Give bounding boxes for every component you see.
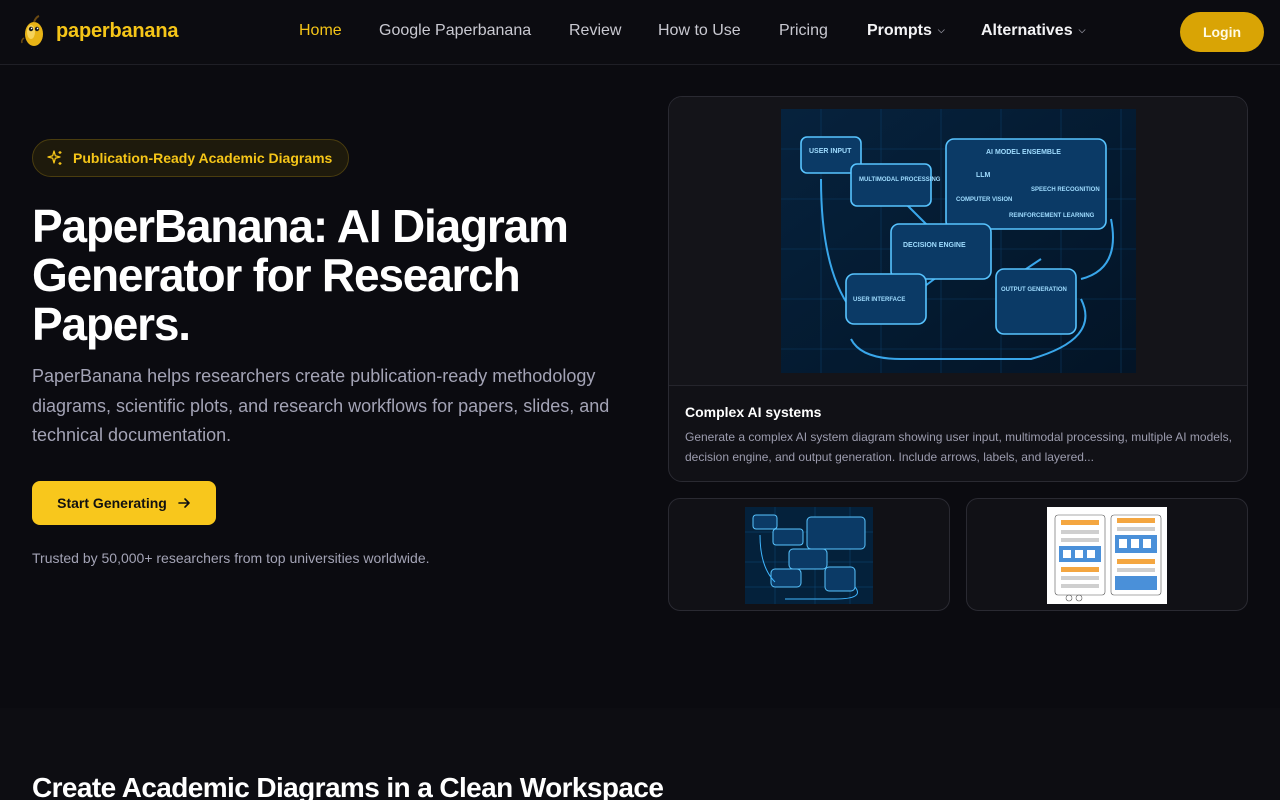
nav-google-paperbanana[interactable]: Google Paperbanana bbox=[379, 22, 531, 40]
showcase-image-area: USER INPUT MULTIMODAL PROCESSING AI MODE… bbox=[669, 97, 1247, 386]
showcase-card-title: Complex AI systems bbox=[685, 404, 822, 420]
nav-links: Home Google Paperbanana Review How to Us… bbox=[0, 22, 1280, 44]
nav-prompts-label: Prompts bbox=[867, 22, 932, 39]
showcase-card-description: Generate a complex AI system diagram sho… bbox=[685, 430, 1232, 464]
nav-alternatives-label: Alternatives bbox=[981, 22, 1073, 39]
diagram-label: LLM bbox=[976, 172, 991, 179]
nav-review[interactable]: Review bbox=[569, 22, 621, 40]
workspace-section: Create Academic Diagrams in a Clean Work… bbox=[0, 708, 1280, 800]
diagram-label: OUTPUT GENERATION bbox=[1001, 287, 1067, 293]
diagram-label: SPEECH RECOGNITION bbox=[1031, 187, 1100, 193]
login-button[interactable]: Login bbox=[1180, 12, 1264, 52]
diagram-label: DECISION ENGINE bbox=[903, 242, 966, 249]
chevron-down-icon: ⌵ bbox=[1078, 25, 1086, 35]
nav-prompts-dropdown[interactable]: Prompts ⌵ bbox=[867, 22, 945, 40]
section-title: Create Academic Diagrams in a Clean Work… bbox=[32, 772, 664, 800]
ai-system-thumbnail-image bbox=[745, 507, 873, 604]
showcase-thumbnail-transformer[interactable] bbox=[966, 498, 1248, 611]
nav-alternatives-dropdown[interactable]: Alternatives ⌵ bbox=[981, 22, 1085, 40]
trusted-text: Trusted by 50,000+ researchers from top … bbox=[32, 550, 430, 566]
ai-system-diagram-image: USER INPUT MULTIMODAL PROCESSING AI MODE… bbox=[781, 109, 1136, 373]
start-generating-button[interactable]: Start Generating bbox=[32, 481, 216, 525]
nav-pricing[interactable]: Pricing bbox=[779, 22, 828, 40]
page-title: PaperBanana: AI Diagram Generator for Re… bbox=[32, 200, 569, 350]
hero-badge-text: Publication-Ready Academic Diagrams bbox=[73, 150, 333, 166]
transformer-architecture-thumbnail-image bbox=[1047, 507, 1167, 604]
sparkles-icon bbox=[47, 150, 62, 165]
nav-home[interactable]: Home bbox=[299, 22, 342, 40]
diagram-label: AI MODEL ENSEMBLE bbox=[986, 149, 1061, 156]
diagram-label: REINFORCEMENT LEARNING bbox=[1009, 213, 1095, 219]
diagram-label: MULTIMODAL PROCESSING bbox=[859, 177, 941, 183]
chevron-down-icon: ⌵ bbox=[937, 25, 945, 35]
start-generating-label: Start Generating bbox=[57, 495, 167, 511]
hero-badge: Publication-Ready Academic Diagrams bbox=[32, 139, 350, 177]
nav-how-to-use[interactable]: How to Use bbox=[658, 22, 741, 40]
top-nav: paperbanana Home Google Paperbanana Revi… bbox=[0, 0, 1280, 65]
diagram-label: USER INTERFACE bbox=[853, 297, 905, 303]
diagram-label: COMPUTER VISION bbox=[956, 197, 1012, 203]
showcase-thumbnail-ai-system[interactable] bbox=[668, 498, 950, 611]
showcase-card-main[interactable]: USER INPUT MULTIMODAL PROCESSING AI MODE… bbox=[668, 96, 1248, 482]
hero-description: PaperBanana helps researchers create pub… bbox=[32, 366, 610, 445]
arrow-right-icon bbox=[178, 498, 190, 508]
diagram-label: USER INPUT bbox=[809, 148, 852, 155]
